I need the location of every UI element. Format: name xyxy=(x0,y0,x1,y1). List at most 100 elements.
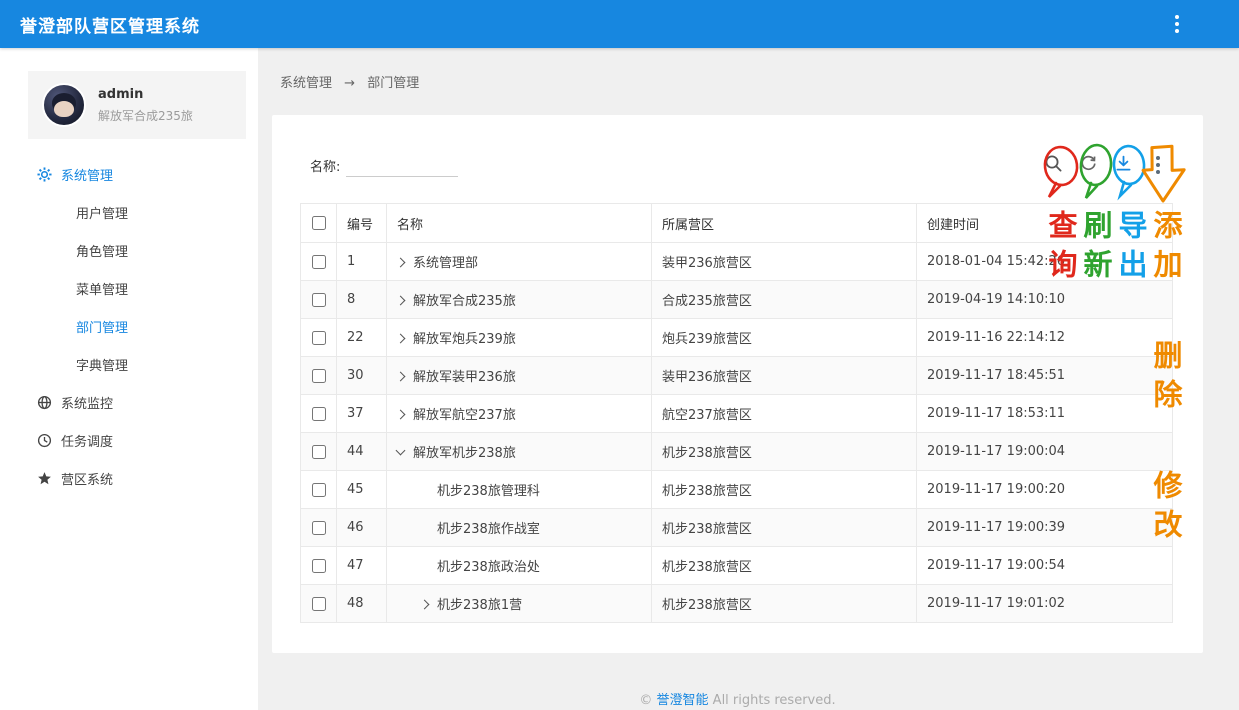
download-icon xyxy=(1114,154,1133,176)
department-name: 解放军机步238旅 xyxy=(413,446,516,461)
app-title: 誉澄部队营区管理系统 xyxy=(0,12,200,37)
sidebar-subitem-label: 角色管理 xyxy=(76,241,128,260)
sidebar-item-department-management[interactable]: 部门管理 xyxy=(0,307,258,345)
expand-icon[interactable] xyxy=(420,600,430,610)
expand-icon[interactable] xyxy=(396,410,406,420)
row-checkbox[interactable] xyxy=(312,293,326,307)
sidebar-item-dictionary-management[interactable]: 字典管理 xyxy=(0,345,258,383)
cell-camp: 机步238旅营区 xyxy=(652,509,917,547)
row-select-cell xyxy=(301,547,337,585)
cell-camp: 机步238旅营区 xyxy=(652,585,917,623)
brand-link[interactable]: 誉澄智能 xyxy=(657,693,709,708)
top-bar: 誉澄部队营区管理系统 xyxy=(0,0,1239,48)
cell-name: 解放军合成235旅 xyxy=(387,281,652,319)
expand-icon[interactable] xyxy=(396,334,406,344)
cell-time: 2019-11-17 19:00:04 xyxy=(917,433,1173,471)
sidebar-item-label: 系统管理 xyxy=(61,165,113,184)
row-select-cell xyxy=(301,395,337,433)
cell-camp: 合成235旅营区 xyxy=(652,281,917,319)
query-button[interactable] xyxy=(1038,150,1068,180)
cell-time: 2019-04-19 14:10:10 xyxy=(917,281,1173,319)
sidebar-item-menu-management[interactable]: 菜单管理 xyxy=(0,269,258,307)
sidebar-submenu: 用户管理 角色管理 菜单管理 部门管理 字典管理 xyxy=(0,193,258,383)
select-all-cell xyxy=(301,204,337,243)
cell-id: 47 xyxy=(337,547,387,585)
user-card: admin 解放军合成235旅 xyxy=(28,71,246,139)
rights-text: All rights reserved. xyxy=(713,693,836,708)
table-row: 37 解放军航空237旅 航空237旅营区 2019-11-17 18:53:1… xyxy=(301,395,1173,433)
sidebar-item-label: 营区系统 xyxy=(61,469,113,488)
breadcrumb: 系统管理 → 部门管理 xyxy=(272,72,1203,92)
expand-icon[interactable] xyxy=(396,372,406,382)
sidebar-subitem-label: 用户管理 xyxy=(76,203,128,222)
department-name: 机步238旅政治处 xyxy=(437,560,540,575)
row-select-cell xyxy=(301,319,337,357)
breadcrumb-parent[interactable]: 系统管理 xyxy=(280,76,332,91)
department-name: 机步238旅1营 xyxy=(437,598,522,613)
cell-camp: 装甲236旅营区 xyxy=(652,357,917,395)
topbar-kebab-menu-icon[interactable] xyxy=(1167,14,1187,34)
page-body: admin 解放军合成235旅 系统管理 xyxy=(0,48,1239,710)
department-name: 解放军航空237旅 xyxy=(413,408,516,423)
more-actions-button[interactable] xyxy=(1143,150,1173,180)
sidebar-item-task-scheduler[interactable]: 任务调度 xyxy=(0,421,258,459)
collapse-icon[interactable] xyxy=(396,446,406,456)
name-filter-label: 名称: xyxy=(310,156,340,175)
cell-name: 解放军装甲236旅 xyxy=(387,357,652,395)
sidebar-subitem-label: 菜单管理 xyxy=(76,279,128,298)
cell-id: 30 xyxy=(337,357,387,395)
kebab-menu-icon xyxy=(1156,156,1160,174)
row-checkbox[interactable] xyxy=(312,483,326,497)
user-department: 解放军合成235旅 xyxy=(98,107,193,124)
sidebar-item-system-management[interactable]: 系统管理 xyxy=(0,155,258,193)
row-checkbox[interactable] xyxy=(312,445,326,459)
cell-time: 2019-11-17 18:53:11 xyxy=(917,395,1173,433)
cell-time: 2019-11-17 19:01:02 xyxy=(917,585,1173,623)
row-checkbox[interactable] xyxy=(312,331,326,345)
table-header-row: 编号 名称 所属营区 创建时间 xyxy=(301,204,1173,243)
row-checkbox[interactable] xyxy=(312,369,326,383)
row-checkbox[interactable] xyxy=(312,559,326,573)
cell-camp: 航空237旅营区 xyxy=(652,395,917,433)
row-checkbox[interactable] xyxy=(312,597,326,611)
sidebar-item-label: 任务调度 xyxy=(61,431,113,450)
row-select-cell xyxy=(301,509,337,547)
toolbar xyxy=(1038,150,1173,180)
breadcrumb-current: 部门管理 xyxy=(367,76,419,91)
department-card: 名称: xyxy=(272,115,1203,653)
cell-camp: 机步238旅营区 xyxy=(652,547,917,585)
cell-id: 45 xyxy=(337,471,387,509)
cell-id: 44 xyxy=(337,433,387,471)
cell-name: 机步238旅作战室 xyxy=(387,509,652,547)
user-info: admin 解放军合成235旅 xyxy=(98,87,193,124)
row-checkbox[interactable] xyxy=(312,407,326,421)
row-checkbox[interactable] xyxy=(312,255,326,269)
department-name: 机步238旅管理科 xyxy=(437,484,540,499)
row-select-cell xyxy=(301,357,337,395)
cell-id: 48 xyxy=(337,585,387,623)
cell-time: 2018-01-04 15:42:26 xyxy=(917,243,1173,281)
column-header-id: 编号 xyxy=(337,204,387,243)
user-name: admin xyxy=(98,87,193,102)
sidebar-item-user-management[interactable]: 用户管理 xyxy=(0,193,258,231)
name-filter-input[interactable] xyxy=(346,153,458,177)
expand-icon[interactable] xyxy=(396,296,406,306)
expand-icon[interactable] xyxy=(396,258,406,268)
export-button[interactable] xyxy=(1108,150,1138,180)
refresh-button[interactable] xyxy=(1073,150,1103,180)
row-select-cell xyxy=(301,585,337,623)
sidebar-item-system-monitor[interactable]: 系统监控 xyxy=(0,383,258,421)
card-toolbar-row: 名称: xyxy=(300,149,1173,203)
sidebar-item-role-management[interactable]: 角色管理 xyxy=(0,231,258,269)
cell-camp: 炮兵239旅营区 xyxy=(652,319,917,357)
cell-id: 22 xyxy=(337,319,387,357)
star-icon xyxy=(36,470,52,486)
table-row: 45 机步238旅管理科 机步238旅营区 2019-11-17 19:00:2… xyxy=(301,471,1173,509)
table-row: 48 机步238旅1营 机步238旅营区 2019-11-17 19:01:02 xyxy=(301,585,1173,623)
row-checkbox[interactable] xyxy=(312,521,326,535)
select-all-checkbox[interactable] xyxy=(312,216,326,230)
clock-icon xyxy=(36,432,52,448)
cell-camp: 机步238旅营区 xyxy=(652,433,917,471)
sidebar-item-camp-system[interactable]: 营区系统 xyxy=(0,459,258,497)
row-select-cell xyxy=(301,471,337,509)
